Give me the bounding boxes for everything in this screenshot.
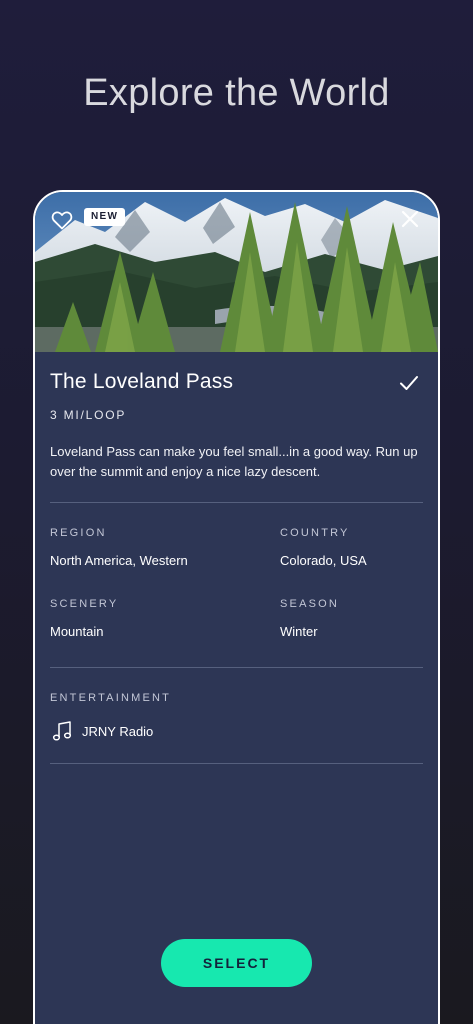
music-note-icon [52, 721, 72, 741]
new-badge: NEW [84, 208, 126, 226]
select-button[interactable]: SELECT [161, 939, 312, 987]
country-value: Colorado, USA [280, 553, 367, 568]
close-icon[interactable] [400, 209, 420, 229]
trail-photo: NEW [35, 192, 438, 352]
scenery-value: Mountain [50, 624, 104, 639]
page-title: Explore the World [83, 72, 390, 114]
region-field: REGION North America, Western [50, 527, 188, 568]
scenery-label: SCENERY [50, 598, 119, 610]
entertainment-value: JRNY Radio [82, 723, 154, 739]
country-field: COUNTRY Colorado, USA [280, 527, 367, 568]
trail-distance: 3 MI/LOOP [50, 408, 127, 422]
heart-icon[interactable] [50, 208, 74, 232]
region-value: North America, Western [50, 553, 188, 568]
season-label: SEASON [280, 598, 340, 610]
season-field: SEASON Winter [280, 598, 339, 639]
divider [50, 763, 423, 764]
region-label: REGION [50, 527, 107, 539]
country-label: COUNTRY [280, 527, 350, 539]
entertainment-section: ENTERTAINMENT JRNY Radio [50, 668, 423, 763]
season-value: Winter [280, 624, 318, 639]
entertainment-label: ENTERTAINMENT [50, 692, 172, 704]
trail-title: The Loveland Pass [50, 370, 234, 393]
trail-description: Loveland Pass can make you feel small...… [50, 444, 418, 479]
trail-card: NEW The Loveland Pass 3 MI/LOOP Loveland… [33, 190, 440, 1024]
checkmark-icon[interactable] [399, 373, 419, 393]
entertainment-item[interactable]: JRNY Radio [52, 720, 153, 742]
trail-details: REGION North America, Western COUNTRY Co… [50, 503, 423, 667]
scenery-field: SCENERY Mountain [50, 598, 118, 639]
